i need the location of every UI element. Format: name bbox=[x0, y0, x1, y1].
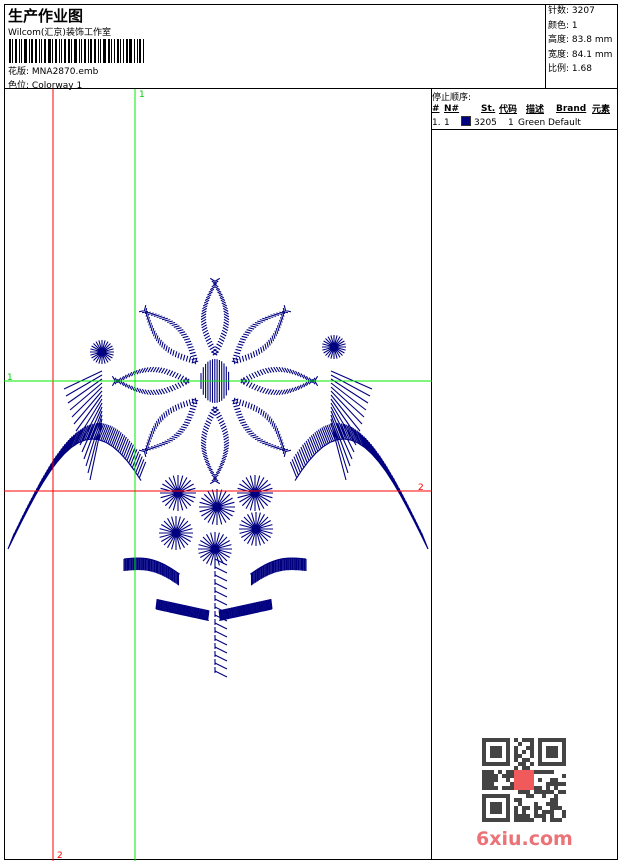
design-file-label: 花版: bbox=[8, 67, 30, 77]
guide-v1-label: 1 bbox=[139, 90, 145, 100]
row-code: 1 bbox=[508, 117, 514, 128]
design-file: 花版: MNA2870.emb bbox=[8, 64, 98, 77]
row-brand: Default bbox=[548, 117, 581, 128]
design-info: 针数: 3207 颜色: 1 高度: 83.8 mm 宽度: 84.1 mm 比… bbox=[545, 4, 619, 89]
company-name: Wilcom(汇京)装饰工作室 bbox=[8, 28, 111, 38]
guide-h2-label: 2 bbox=[418, 483, 424, 493]
embroidery-preview: 1 2 1 2 bbox=[4, 89, 432, 861]
qr-code bbox=[482, 738, 566, 822]
barcode bbox=[9, 39, 146, 63]
row-index: 1. bbox=[432, 117, 441, 128]
color-swatch bbox=[461, 116, 474, 129]
col-description: 描述 bbox=[526, 105, 545, 115]
stop-sequence-header: # N# St. 代码 描述 Brand 元素 bbox=[432, 102, 618, 116]
col-index: # bbox=[432, 103, 440, 114]
col-needle: N# bbox=[444, 103, 460, 114]
col-element: 元素 bbox=[592, 105, 611, 115]
col-stitches: St. bbox=[481, 103, 496, 114]
design-canvas[interactable]: 1 2 1 2 bbox=[4, 88, 432, 861]
info-scale: 比例: 1.68 bbox=[548, 64, 592, 74]
info-colors: 颜色: 1 bbox=[548, 20, 578, 31]
embroidery-stitches bbox=[7, 277, 429, 678]
header: 生产作业图 Wilcom(汇京)装饰工作室 花版: MNA2870.emb 色位… bbox=[4, 4, 619, 91]
seal-icon bbox=[514, 770, 534, 790]
guide-h1-label: 1 bbox=[7, 373, 13, 383]
row-stitches: 3205 bbox=[474, 117, 497, 128]
embroidery-design bbox=[7, 277, 429, 678]
info-stitches: 针数: 3207 bbox=[548, 6, 595, 16]
row-description: Green bbox=[518, 117, 546, 128]
col-brand: Brand bbox=[556, 103, 587, 114]
watermark-logo: 6xiu.com bbox=[476, 828, 573, 850]
info-width: 宽度: 84.1 mm bbox=[548, 49, 613, 60]
info-height: 高度: 83.8 mm bbox=[548, 35, 613, 45]
design-file-value: MNA2870.emb bbox=[31, 67, 99, 77]
col-code: 代码 bbox=[499, 105, 518, 115]
row-needle: 1 bbox=[444, 117, 450, 128]
table-row[interactable]: 1. 1 3205 1 Green Default bbox=[432, 116, 618, 130]
page-title: 生产作业图 bbox=[8, 7, 84, 25]
